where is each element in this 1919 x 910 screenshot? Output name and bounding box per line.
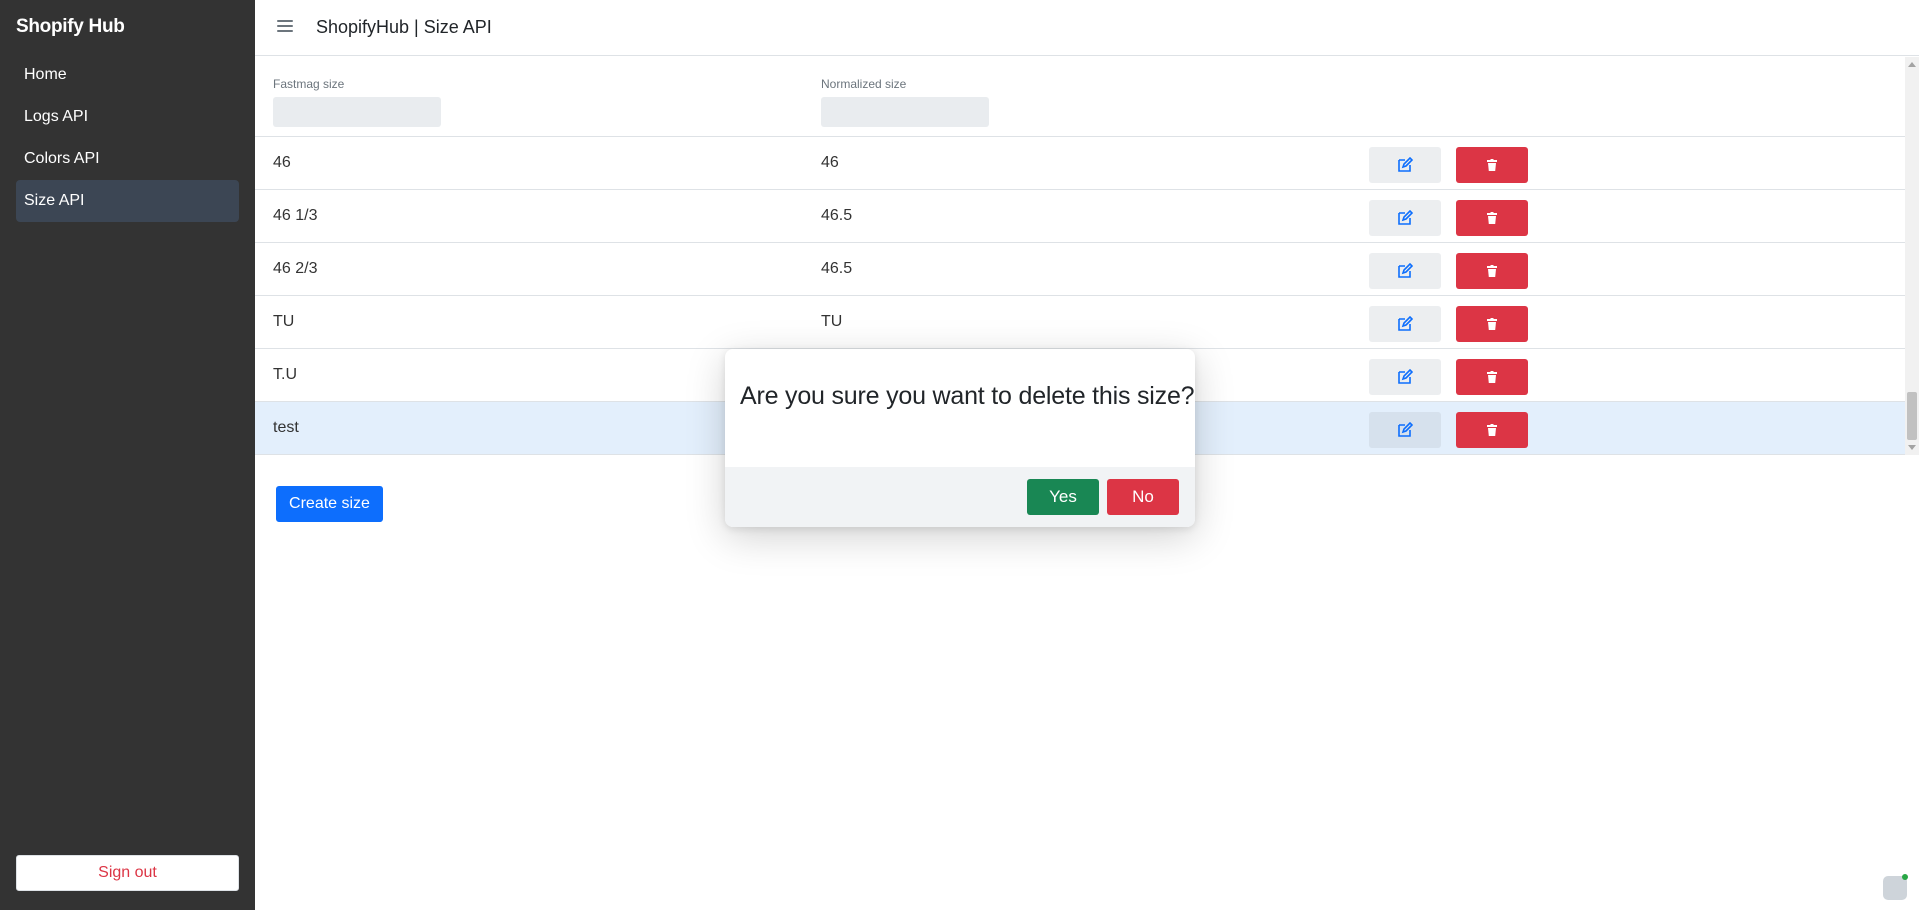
normalized-size-cell: TU: [821, 313, 843, 330]
column-header-fastmag-size: Fastmag size: [273, 77, 345, 91]
edit-icon: [1398, 263, 1413, 278]
normalized-size-filter-input[interactable]: [821, 97, 989, 127]
delete-button[interactable]: [1456, 359, 1528, 395]
sign-out-button[interactable]: Sign out: [16, 855, 239, 891]
top-header: ShopifyHub | Size API: [255, 0, 1919, 56]
confirm-no-button[interactable]: No: [1107, 479, 1179, 515]
trash-icon: [1487, 212, 1497, 224]
edit-icon: [1398, 157, 1413, 172]
trash-icon: [1487, 265, 1497, 277]
edit-button[interactable]: [1369, 412, 1441, 448]
column-header-normalized-size: Normalized size: [821, 77, 907, 91]
table-header-row: Fastmag size Normalized size: [255, 57, 1905, 137]
edit-icon: [1398, 210, 1413, 225]
online-status-dot: [1902, 874, 1908, 880]
fastmag-size-cell: 46: [273, 154, 291, 171]
sidebar-item-logs-api[interactable]: Logs API: [16, 96, 239, 138]
edit-icon: [1398, 316, 1413, 331]
edit-button[interactable]: [1369, 359, 1441, 395]
brand-title: Shopify Hub: [16, 16, 125, 37]
fastmag-size-cell: T.U: [273, 366, 297, 383]
fastmag-size-cell: 46 2/3: [273, 260, 318, 277]
create-size-button[interactable]: Create size: [276, 486, 383, 522]
confirm-yes-button[interactable]: Yes: [1027, 479, 1099, 515]
table-row: TU TU: [255, 296, 1905, 349]
table-row: 46 46: [255, 137, 1905, 190]
sidebar-nav: Home Logs API Colors API Size API: [16, 54, 239, 222]
scroll-up-icon[interactable]: [1908, 62, 1916, 67]
dialog-message: Are you sure you want to delete this siz…: [740, 382, 1195, 410]
scroll-down-icon[interactable]: [1908, 445, 1916, 450]
delete-button[interactable]: [1456, 147, 1528, 183]
fastmag-size-cell: test: [273, 419, 299, 436]
edit-button[interactable]: [1369, 253, 1441, 289]
fastmag-size-cell: 46 1/3: [273, 207, 318, 224]
edit-button[interactable]: [1369, 200, 1441, 236]
normalized-size-cell: 46: [821, 154, 839, 171]
delete-button[interactable]: [1456, 200, 1528, 236]
edit-icon: [1398, 369, 1413, 384]
edit-button[interactable]: [1369, 306, 1441, 342]
scrollbar-thumb[interactable]: [1907, 392, 1917, 440]
delete-confirm-dialog: Are you sure you want to delete this siz…: [725, 349, 1195, 527]
fastmag-size-cell: TU: [273, 313, 295, 330]
delete-button[interactable]: [1456, 412, 1528, 448]
delete-button[interactable]: [1456, 253, 1528, 289]
chat-widget-icon[interactable]: [1883, 874, 1908, 900]
fastmag-size-filter-input[interactable]: [273, 97, 441, 127]
edit-button[interactable]: [1369, 147, 1441, 183]
sidebar-item-home[interactable]: Home: [16, 54, 239, 96]
dialog-footer: Yes No: [725, 467, 1195, 527]
sidebar-item-colors-api[interactable]: Colors API: [16, 138, 239, 180]
edit-icon: [1398, 422, 1413, 437]
sidebar: Shopify Hub Home Logs API Colors API Siz…: [0, 0, 255, 910]
normalized-size-cell: 46.5: [821, 207, 853, 224]
table-row: 46 1/3 46.5: [255, 190, 1905, 243]
trash-icon: [1487, 424, 1497, 436]
trash-icon: [1487, 159, 1497, 171]
trash-icon: [1487, 318, 1497, 330]
table-row: 46 2/3 46.5: [255, 243, 1905, 296]
delete-button[interactable]: [1456, 306, 1528, 342]
normalized-size-cell: 46.5: [821, 260, 853, 277]
hamburger-icon[interactable]: [277, 20, 293, 32]
table-scrollbar[interactable]: [1905, 57, 1919, 455]
trash-icon: [1487, 371, 1497, 383]
sidebar-item-size-api[interactable]: Size API: [16, 180, 239, 222]
page-title: ShopifyHub | Size API: [316, 17, 492, 37]
